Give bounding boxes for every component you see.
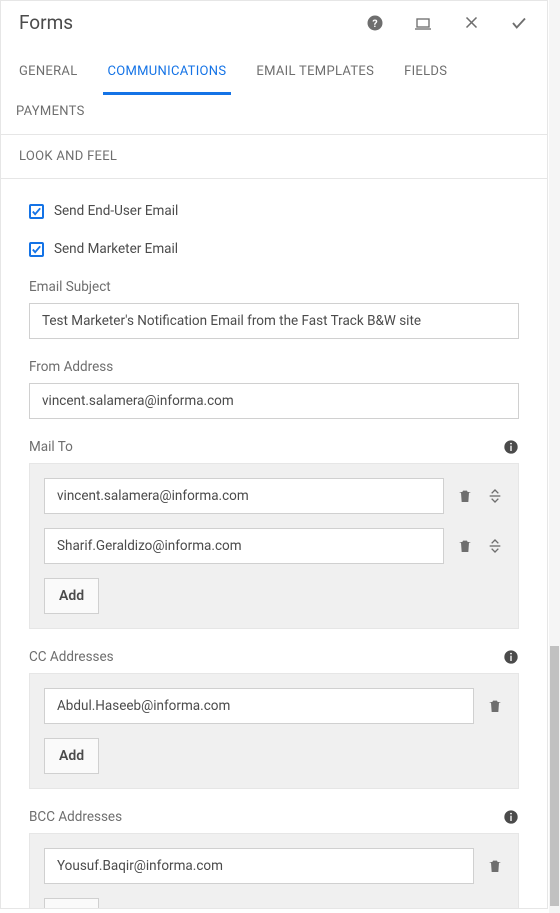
bcc-input[interactable] xyxy=(44,848,474,884)
panel-header: Forms ? xyxy=(1,1,547,38)
info-icon[interactable] xyxy=(503,439,519,455)
tab-email-templates[interactable]: EMAIL TEMPLATES xyxy=(241,54,389,94)
fullscreen-icon[interactable] xyxy=(413,13,433,33)
reorder-icon[interactable] xyxy=(486,537,504,555)
trash-icon[interactable] xyxy=(486,857,504,875)
help-icon[interactable]: ? xyxy=(365,13,385,33)
svg-text:?: ? xyxy=(372,16,377,29)
mail-to-input[interactable] xyxy=(44,528,444,564)
reorder-icon[interactable] xyxy=(486,487,504,505)
checkbox-marketer[interactable] xyxy=(29,242,44,257)
checkbox-end-user[interactable] xyxy=(29,204,44,219)
info-icon[interactable] xyxy=(503,649,519,665)
mail-to-section: Add xyxy=(29,463,519,629)
tab-look-and-feel[interactable]: LOOK AND FEEL xyxy=(1,149,547,179)
trash-icon[interactable] xyxy=(456,537,474,555)
mail-to-input[interactable] xyxy=(44,478,444,514)
done-icon[interactable] xyxy=(509,13,529,33)
cc-add-button[interactable]: Add xyxy=(44,738,99,774)
scrollbar-track xyxy=(549,0,560,913)
bcc-label-row: BCC Addresses xyxy=(29,809,519,825)
checkbox-marketer-label: Send Marketer Email xyxy=(54,241,178,257)
mail-to-add-button[interactable]: Add xyxy=(44,578,99,614)
from-address-input[interactable] xyxy=(29,383,519,419)
bcc-add-button[interactable]: Add xyxy=(44,898,99,909)
cc-input[interactable] xyxy=(44,688,474,724)
cc-section: Add xyxy=(29,673,519,789)
bcc-label: BCC Addresses xyxy=(29,809,122,825)
mail-to-label-row: Mail To xyxy=(29,439,519,455)
trash-icon[interactable] xyxy=(486,697,504,715)
tab-bar: GENERAL COMMUNICATIONS EMAIL TEMPLATES F… xyxy=(1,38,547,135)
tab-payments[interactable]: PAYMENTS xyxy=(1,94,100,134)
tab-general[interactable]: GENERAL xyxy=(1,54,93,94)
email-subject-input[interactable] xyxy=(29,303,519,339)
scrollbar-thumb[interactable] xyxy=(550,646,559,906)
cc-label-row: CC Addresses xyxy=(29,649,519,665)
checkbox-end-user-label: Send End-User Email xyxy=(54,203,178,219)
form-body: Send End-User Email Send Marketer Email … xyxy=(1,179,547,909)
info-icon[interactable] xyxy=(503,809,519,825)
email-subject-label: Email Subject xyxy=(29,279,519,295)
cc-label: CC Addresses xyxy=(29,649,114,665)
bcc-row xyxy=(44,848,504,884)
mail-to-row xyxy=(44,528,504,564)
from-address-label: From Address xyxy=(29,359,519,375)
bcc-section: Add xyxy=(29,833,519,909)
trash-icon[interactable] xyxy=(456,487,474,505)
cc-row xyxy=(44,688,504,724)
close-icon[interactable] xyxy=(461,13,481,33)
tab-communications[interactable]: COMMUNICATIONS xyxy=(93,54,242,94)
mail-to-row xyxy=(44,478,504,514)
checkbox-marketer-row: Send Marketer Email xyxy=(29,241,519,257)
forms-panel: Forms ? GENERAL COMMUNICATIONS EMAIL TEM… xyxy=(0,0,548,909)
mail-to-label: Mail To xyxy=(29,439,73,455)
panel-title: Forms xyxy=(19,11,365,34)
checkbox-end-user-row: Send End-User Email xyxy=(29,203,519,219)
tab-fields[interactable]: FIELDS xyxy=(389,54,462,94)
header-actions: ? xyxy=(365,13,529,33)
